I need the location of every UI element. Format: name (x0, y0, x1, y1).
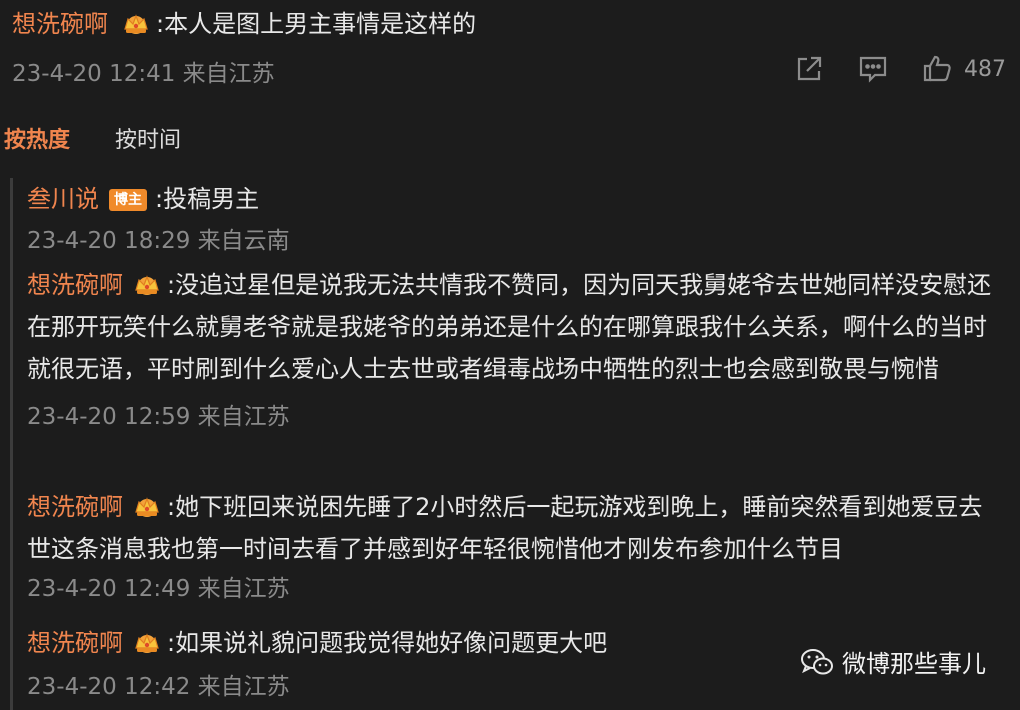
main-comment-text: :本人是图上男主事情是这样的 (156, 10, 477, 38)
reply-text: :如果说礼貌问题我觉得她好像问题更大吧 (167, 629, 608, 657)
reply-text: :没追过星但是说我无法共情我不赞同，因为同天我舅姥爷去世她同样没安慰还在那开玩笑… (27, 271, 992, 383)
crown-icon (135, 275, 159, 295)
reply-meta: 23-4-20 12:59 来自江苏 (27, 404, 290, 430)
reply-line: 想洗碗啊 :没追过星但是说我无法共情我不赞同，因为同天我舅姥爷去世她同样没安慰还… (27, 264, 1002, 390)
reply-username[interactable]: 想洗碗啊 (27, 629, 123, 657)
share-icon[interactable] (794, 54, 824, 84)
reply-thread: 叁川说 博主 :投稿男主 23-4-20 18:29 来自云南 想洗碗啊 :没追过星… (10, 178, 1013, 710)
sort-tabs: 按热度 按时间 (4, 122, 219, 154)
comment-icon[interactable] (858, 54, 888, 84)
main-comment-actions: 487 (760, 53, 1006, 85)
reply-meta: 23-4-20 18:29 来自云南 (27, 228, 290, 254)
wechat-icon (801, 648, 833, 674)
reply-meta: 23-4-20 12:49 来自江苏 (27, 576, 290, 602)
main-comment: 想洗碗啊 :本人是图上男主事情是这样的 23-4-20 12:41 来自江苏 4… (0, 0, 1020, 100)
like-count: 487 (964, 56, 1006, 82)
reply-item: 想洗碗啊 :她下班回来说困先睡了2小时然后一起玩游戏到晚上，睡前突然看到她爱豆去… (27, 486, 1002, 606)
reply-text: :投稿男主 (155, 185, 260, 213)
crown-icon (124, 14, 148, 34)
blogger-badge: 博主 (109, 189, 147, 211)
tab-sort-time[interactable]: 按时间 (115, 128, 181, 153)
main-comment-username[interactable]: 想洗碗啊 (12, 10, 108, 38)
reply-line: 叁川说 博主 :投稿男主 (27, 178, 1002, 220)
reply-line: 想洗碗啊 :她下班回来说困先睡了2小时然后一起玩游戏到晚上，睡前突然看到她爱豆去… (27, 486, 1002, 570)
reply-username[interactable]: 想洗碗啊 (27, 493, 123, 521)
tab-sort-hot[interactable]: 按热度 (4, 128, 70, 153)
reply-text: :她下班回来说困先睡了2小时然后一起玩游戏到晚上，睡前突然看到她爱豆去世这条消息… (27, 493, 983, 563)
crown-icon (135, 497, 159, 517)
reply-username[interactable]: 叁川说 (27, 185, 99, 213)
thumbs-up-icon[interactable] (922, 54, 952, 84)
main-comment-line: 想洗碗啊 :本人是图上男主事情是这样的 (12, 8, 476, 40)
crown-icon (135, 633, 159, 653)
watermark-text: 微博那些事儿 (842, 650, 986, 678)
main-comment-meta: 23-4-20 12:41 来自江苏 (12, 61, 275, 87)
reply-username[interactable]: 想洗碗啊 (27, 271, 123, 299)
reply-item: 想洗碗啊 :没追过星但是说我无法共情我不赞同，因为同天我舅姥爷去世她同样没安慰还… (27, 264, 1002, 434)
watermark: 微博那些事儿 (800, 644, 986, 679)
reply-item: 叁川说 博主 :投稿男主 23-4-20 18:29 来自云南 (27, 178, 1002, 258)
